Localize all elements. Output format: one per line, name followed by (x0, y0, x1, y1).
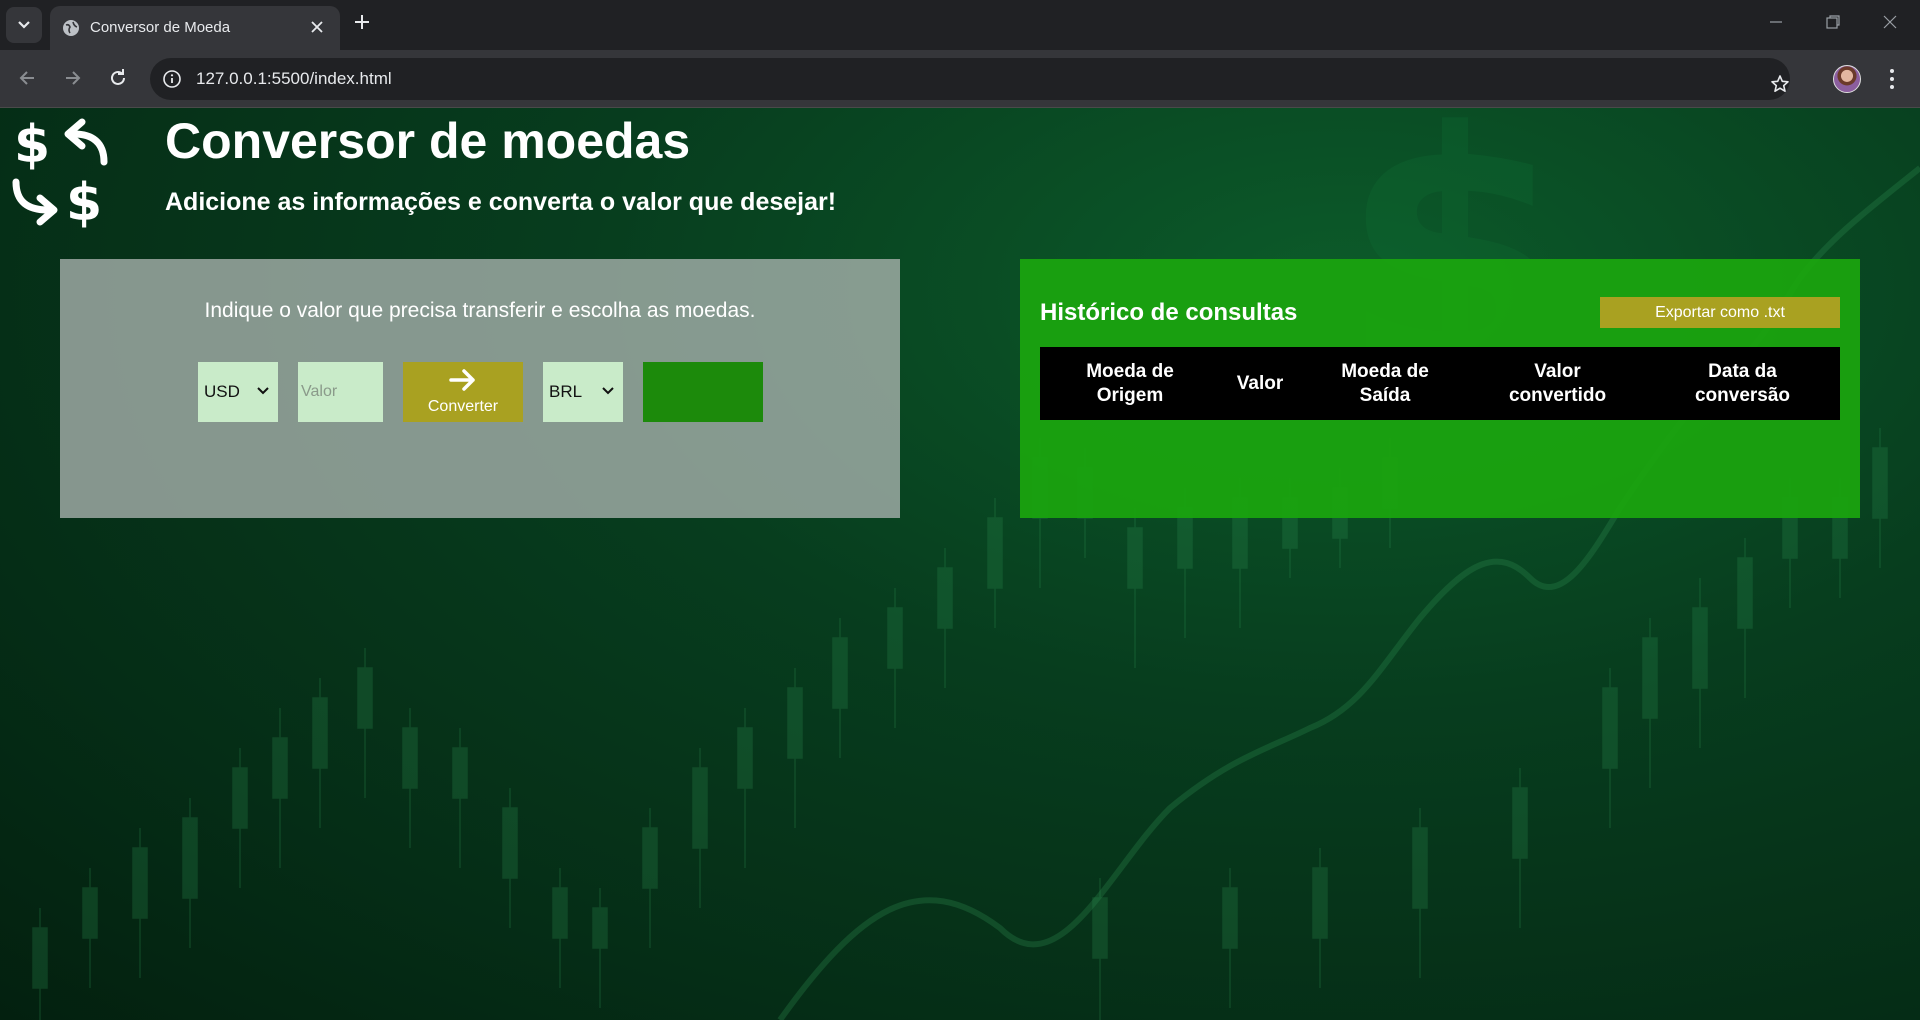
svg-text:$: $ (66, 173, 102, 228)
convert-button-label: Converter (427, 398, 499, 415)
globe-icon (63, 20, 79, 36)
browser-toolbar: 127.0.0.1:5500/index.html (0, 50, 1920, 108)
tab-list-icon (18, 21, 30, 29)
export-txt-button[interactable]: Exportar como .txt (1600, 297, 1840, 328)
close-icon[interactable] (308, 18, 326, 36)
profile-avatar[interactable] (1833, 65, 1861, 93)
forward-icon[interactable] (62, 67, 84, 89)
minimize-icon[interactable] (1768, 14, 1784, 30)
browser-tab[interactable]: Conversor de Moeda (50, 6, 340, 50)
chevron-down-icon (257, 387, 269, 395)
to-currency-select[interactable]: BRL (543, 362, 623, 422)
amount-input[interactable] (298, 362, 383, 422)
tab-title: Conversor de Moeda (90, 19, 231, 36)
history-title: Histórico de consultas (1040, 299, 1298, 326)
table-header-row: Moeda de Origem Valor Moeda de Saída Valor… (1040, 347, 1840, 420)
column-header-target: Moeda de Saída (1341, 360, 1429, 406)
restore-icon[interactable] (1825, 14, 1841, 30)
page-title: Conversor de moedas (165, 113, 691, 169)
to-currency-value: BRL (549, 382, 583, 401)
tab-list-button[interactable] (6, 7, 42, 43)
arrow-right-icon (449, 369, 475, 391)
page-viewport: $ $ Conversor de moedas Adicione as info… (0, 108, 1920, 1020)
plus-icon[interactable] (352, 12, 372, 32)
chevron-down-icon (602, 387, 614, 395)
from-currency-select[interactable]: USD (198, 362, 278, 422)
column-header-value: Valor (1236, 372, 1284, 394)
currency-exchange-icon: $ $ (12, 116, 108, 228)
star-icon[interactable] (1770, 74, 1790, 94)
converter-instruction: Indique o valor que precisa transferir e… (204, 299, 756, 322)
address-bar[interactable]: 127.0.0.1:5500/index.html (150, 58, 1790, 100)
url-text[interactable]: 127.0.0.1:5500/index.html (196, 69, 392, 89)
kebab-menu-icon[interactable] (1880, 65, 1904, 93)
conversion-result (643, 362, 763, 422)
svg-text:$: $ (14, 116, 50, 175)
from-currency-value: USD (204, 382, 240, 401)
page-subtitle: Adicione as informações e converta o val… (165, 188, 837, 216)
reload-icon[interactable] (107, 67, 129, 89)
column-header-converted: Valor convertido (1508, 360, 1607, 406)
background-chart-illustration: $ (32, 108, 1920, 1020)
browser-tabstrip: Conversor de Moeda (0, 0, 1920, 50)
site-info-icon[interactable] (162, 69, 182, 89)
column-header-date: Data da conversão (1694, 360, 1791, 406)
converter-panel: Indique o valor que precisa transferir e… (60, 259, 900, 518)
history-table: Moeda de Origem Valor Moeda de Saída Valor… (1040, 347, 1840, 420)
window-close-icon[interactable] (1882, 14, 1898, 30)
history-panel: Histórico de consultas Exportar como .tx… (1020, 259, 1860, 518)
back-icon[interactable] (16, 67, 38, 89)
convert-button[interactable]: Converter (403, 362, 523, 422)
column-header-origin: Moeda de Origem (1086, 360, 1174, 406)
